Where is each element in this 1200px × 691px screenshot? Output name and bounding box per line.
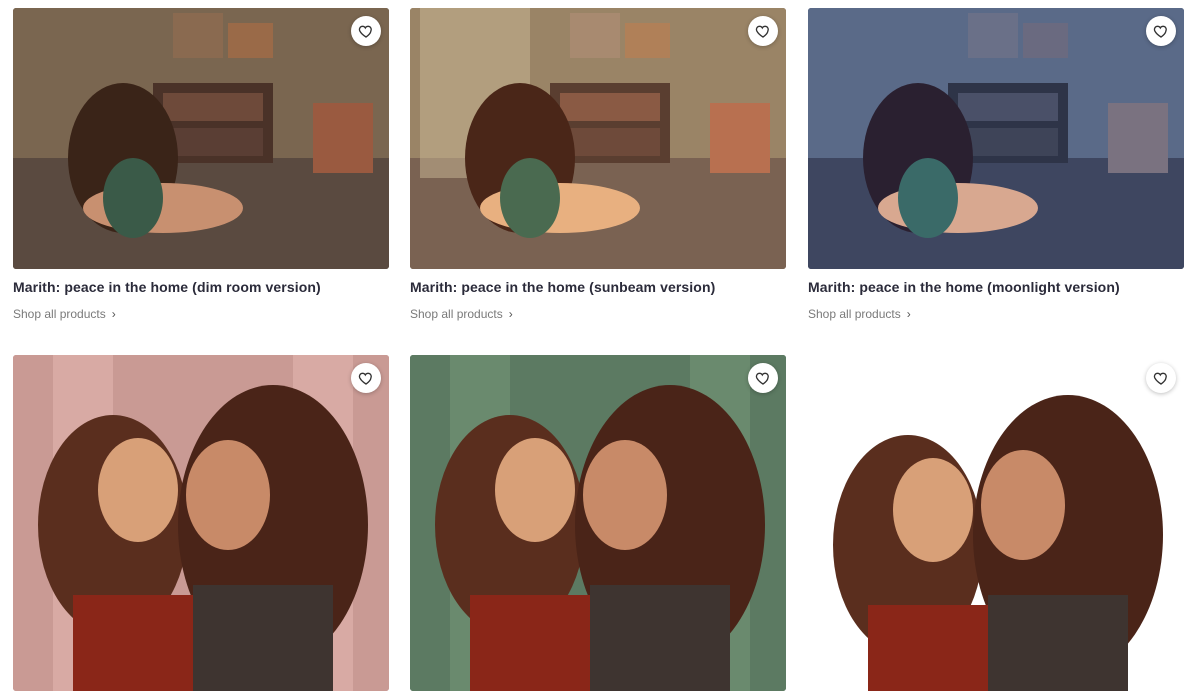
heart-outline-icon <box>358 25 372 38</box>
room-illustration <box>808 8 1184 269</box>
shop-all-products-link[interactable]: Shop all products › <box>410 307 513 321</box>
favorite-button[interactable] <box>748 16 778 46</box>
product-card[interactable]: Marith: peace in the home (moonlight ver… <box>808 8 1184 323</box>
shop-all-products-label: Shop all products <box>410 307 503 321</box>
favorite-button[interactable] <box>748 363 778 393</box>
heart-outline-icon <box>755 372 769 385</box>
chevron-right-icon: › <box>508 307 513 321</box>
heart-outline-icon <box>358 372 372 385</box>
product-title[interactable]: Marith: peace in the home (moonlight ver… <box>808 279 1184 295</box>
product-image[interactable] <box>808 8 1184 269</box>
room-illustration <box>410 8 786 269</box>
product-image[interactable] <box>808 355 1184 691</box>
shop-all-products-link[interactable]: Shop all products › <box>808 307 911 321</box>
product-image[interactable] <box>410 355 786 691</box>
product-title[interactable]: Marith: peace in the home (sunbeam versi… <box>410 279 786 295</box>
chevron-right-icon: › <box>111 307 116 321</box>
favorite-button[interactable] <box>1146 16 1176 46</box>
product-card[interactable] <box>410 355 786 691</box>
product-image[interactable] <box>410 8 786 269</box>
heart-outline-icon <box>1153 372 1167 385</box>
favorite-button[interactable] <box>351 363 381 393</box>
product-card[interactable]: Marith: peace in the home (sunbeam versi… <box>410 8 786 323</box>
room-illustration <box>13 8 389 269</box>
product-image[interactable] <box>13 8 389 269</box>
product-title[interactable]: Marith: peace in the home (dim room vers… <box>13 279 389 295</box>
favorite-button[interactable] <box>1146 363 1176 393</box>
shop-all-products-label: Shop all products <box>13 307 106 321</box>
product-card[interactable]: Marith: peace in the home (dim room vers… <box>13 8 389 323</box>
shop-all-products-label: Shop all products <box>808 307 901 321</box>
heart-outline-icon <box>755 25 769 38</box>
heart-outline-icon <box>1153 25 1167 38</box>
chevron-right-icon: › <box>906 307 911 321</box>
portrait-illustration <box>13 355 389 691</box>
portrait-illustration <box>410 355 786 691</box>
portrait-illustration <box>808 355 1184 691</box>
product-card[interactable] <box>13 355 389 691</box>
product-card[interactable] <box>808 355 1184 691</box>
product-grid: Marith: peace in the home (dim room vers… <box>0 0 1200 691</box>
product-image[interactable] <box>13 355 389 691</box>
favorite-button[interactable] <box>351 16 381 46</box>
shop-all-products-link[interactable]: Shop all products › <box>13 307 116 321</box>
